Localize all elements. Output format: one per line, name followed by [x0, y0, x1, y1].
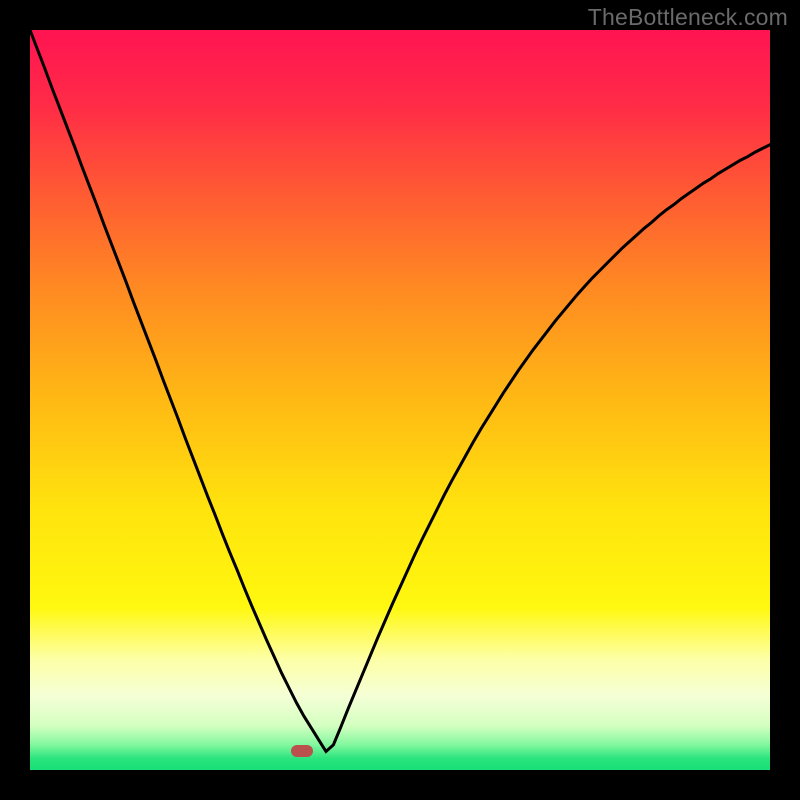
bottleneck-curve: [30, 30, 770, 752]
chart-frame: TheBottleneck.com: [0, 0, 800, 800]
optimal-point-marker: [291, 745, 313, 757]
watermark-text: TheBottleneck.com: [588, 4, 788, 31]
plot-area: [30, 30, 770, 770]
curve-layer: [30, 30, 770, 770]
